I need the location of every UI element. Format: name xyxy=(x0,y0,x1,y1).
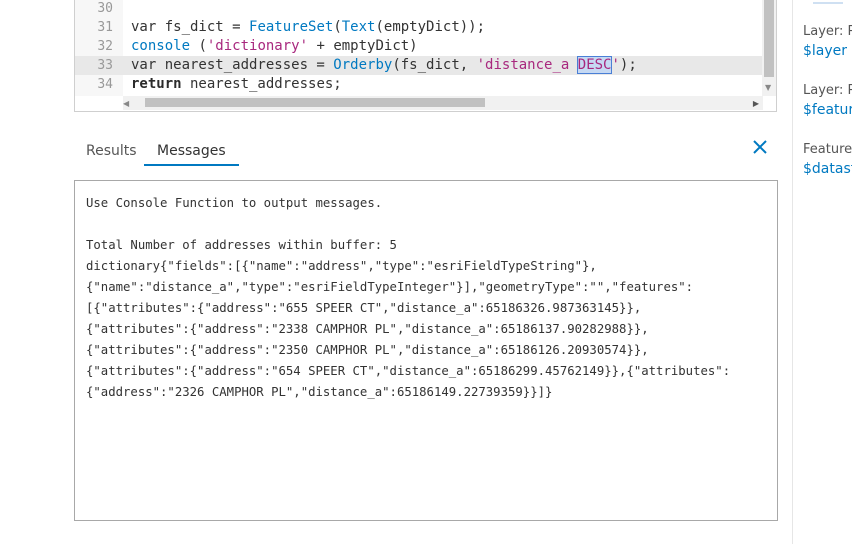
tab-messages[interactable]: Messages xyxy=(144,138,239,166)
code-text[interactable]: return nearest_addresses; xyxy=(131,75,342,94)
vertical-scrollbar-thumb[interactable] xyxy=(764,0,774,77)
code-text[interactable]: var fs_dict = FeatureSet(Text(emptyDict)… xyxy=(131,18,485,37)
variable-link-datastore[interactable]: $datasto xyxy=(803,161,852,177)
variable-link-feature[interactable]: $feature xyxy=(803,102,852,118)
variable-label: Layer: P xyxy=(803,83,852,98)
variable-item-datastore: Feature $datasto xyxy=(803,142,852,177)
messages-output: Use Console Function to output messages.… xyxy=(86,193,730,403)
variable-item-feature: Layer: P $feature xyxy=(803,83,852,118)
code-token: ' xyxy=(611,57,620,73)
code-lines[interactable]: 30 31 var fs_dict = FeatureSet(Text(emptyD… xyxy=(75,0,763,94)
code-token: nearest_addresses; xyxy=(181,76,342,92)
code-editor[interactable]: 30 31 var fs_dict = FeatureSet(Text(emptyD… xyxy=(74,0,777,112)
scroll-down-arrow-icon[interactable]: ▼ xyxy=(765,84,771,92)
code-text[interactable]: console ('dictionary' + emptyDict) xyxy=(131,37,418,56)
code-token: FeatureSet xyxy=(249,19,334,35)
code-token: var nearest_addresses = xyxy=(131,57,334,73)
code-token: ( xyxy=(333,19,342,35)
message-line: [{"attributes":{"address":"655 SPEER CT"… xyxy=(86,301,642,315)
scroll-left-arrow-icon[interactable]: ◀ xyxy=(123,99,129,108)
message-line: Total Number of addresses within buffer:… xyxy=(86,238,397,252)
message-line xyxy=(86,214,730,235)
variable-link-layer[interactable]: $layer xyxy=(803,43,852,59)
messages-panel: Use Console Function to output messages.… xyxy=(74,180,778,521)
line-number: 30 xyxy=(97,1,113,16)
close-icon xyxy=(753,140,767,154)
code-text[interactable]: var nearest_addresses = Orderby(fs_dict,… xyxy=(131,56,637,75)
code-token: var fs_dict = xyxy=(131,19,250,35)
code-token: DESC xyxy=(576,56,613,74)
code-token: ); xyxy=(619,57,637,73)
message-line: {"attributes":{"address":"2338 CAMPHOR P… xyxy=(86,322,649,336)
message-line: {"address":"2326 CAMPHOR PL","distance_a… xyxy=(86,385,553,399)
code-line[interactable]: 33 var nearest_addresses = Orderby(fs_dic… xyxy=(75,56,763,75)
code-line[interactable]: 30 xyxy=(75,0,763,18)
tab-results[interactable]: Results xyxy=(86,138,137,164)
variable-label: Layer: P xyxy=(803,24,852,39)
code-token: console xyxy=(131,38,191,54)
vertical-scrollbar[interactable]: ▼ xyxy=(762,0,776,96)
close-button[interactable] xyxy=(749,136,771,158)
code-token: Text xyxy=(341,19,376,35)
line-number: 34 xyxy=(97,77,113,92)
message-line: {"name":"distance_a","type":"esriFieldTy… xyxy=(86,280,694,294)
code-token: (emptyDict)); xyxy=(375,19,486,35)
code-line[interactable]: 34 return nearest_addresses; xyxy=(75,75,763,94)
code-line[interactable]: 31 var fs_dict = FeatureSet(Text(emptyDic… xyxy=(75,18,763,37)
code-token: Orderby xyxy=(333,57,393,73)
line-number: 32 xyxy=(97,39,113,54)
message-line: Use Console Function to output messages. xyxy=(86,196,383,210)
message-line: {"attributes":{"address":"654 SPEER CT",… xyxy=(86,364,731,378)
profile-variables-panel: Layer: P $layer Layer: P $feature Featur… xyxy=(792,0,852,544)
horizontal-scrollbar-thumb[interactable] xyxy=(145,98,485,107)
line-number: 33 xyxy=(97,58,113,73)
horizontal-scrollbar[interactable]: ◀ ▶ xyxy=(123,96,763,110)
code-token: 'dictionary' xyxy=(206,38,309,54)
variable-item-layer: Layer: P $layer xyxy=(803,24,852,59)
code-token: (fs_dict, xyxy=(392,57,477,73)
code-line[interactable]: 32 console ('dictionary' + emptyDict) xyxy=(75,37,763,56)
message-line: dictionary{"fields":[{"name":"address","… xyxy=(86,259,597,273)
panel-top-link xyxy=(813,0,843,4)
code-token: ( xyxy=(190,38,207,54)
code-token: + emptyDict) xyxy=(308,38,418,54)
code-token: 'distance_a xyxy=(476,57,578,73)
scroll-right-arrow-icon[interactable]: ▶ xyxy=(753,99,759,108)
message-line: {"attributes":{"address":"2350 CAMPHOR P… xyxy=(86,343,649,357)
variable-label: Feature xyxy=(803,142,852,157)
line-number: 31 xyxy=(97,20,113,35)
code-token: return xyxy=(131,76,182,92)
